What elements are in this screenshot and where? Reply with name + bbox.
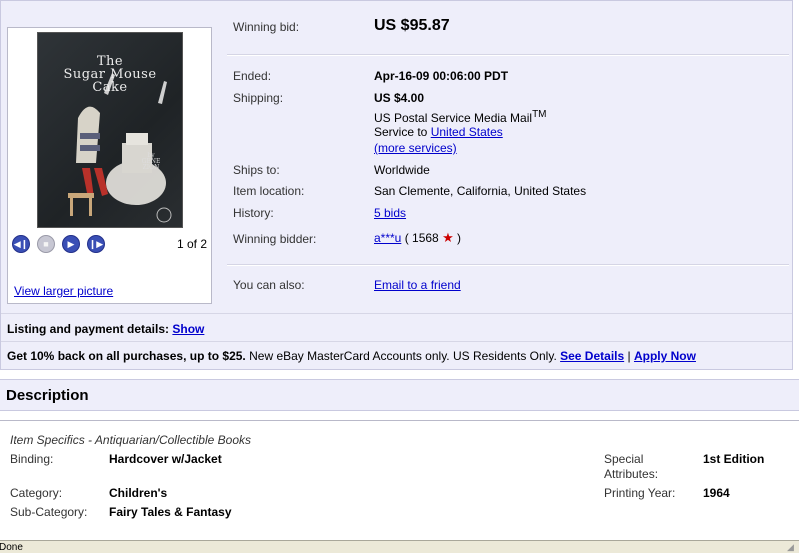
printing-year-value: 1964 — [703, 486, 730, 500]
shipping-label: Shipping: — [233, 91, 284, 105]
description-body: Item Specifics - Antiquarian/Collectible… — [0, 420, 799, 540]
divider — [1, 313, 792, 314]
promo-text: New eBay MasterCard Accounts only. US Re… — [245, 349, 561, 363]
bidder-name-link[interactable]: a***u — [374, 231, 401, 245]
ended-value: Apr-16-09 00:06:00 PDT — [374, 69, 509, 83]
email-to-friend-link[interactable]: Email to a friend — [374, 278, 461, 292]
service-to: Service to United States — [374, 125, 503, 139]
item-summary-panel: The Sugar Mouse Cake by GENE ZION ◀❙ ■ ▶ ❙▶ … — [0, 0, 793, 370]
red-star-icon[interactable]: ★ — [442, 230, 454, 245]
view-larger-picture-link[interactable]: View larger picture — [14, 284, 113, 298]
listing-details-label: Listing and payment details: — [7, 322, 170, 336]
special-attributes-label: Special Attributes: — [604, 452, 658, 482]
printing-year-label: Printing Year: — [604, 486, 676, 500]
service-to-country-link[interactable]: United States — [431, 125, 503, 139]
winning-bidder-label: Winning bidder: — [233, 232, 317, 246]
ships-to-label: Ships to: — [233, 163, 280, 177]
you-can-also-label: You can also: — [233, 278, 305, 292]
item-specifics-title: Item Specifics - Antiquarian/Collectible… — [10, 433, 251, 447]
bidder-score-close: ) — [453, 231, 462, 245]
shipping-cost: US $4.00 — [374, 91, 425, 105]
winning-bidder-info: a***u ( 1568 ★ ) — [374, 230, 461, 246]
picture-box: The Sugar Mouse Cake by GENE ZION ◀❙ ■ ▶ ❙▶ … — [7, 27, 212, 304]
item-location-value: San Clemente, California, United States — [374, 184, 587, 198]
shipping-method-text: US Postal Service Media Mail — [374, 111, 533, 125]
bidder-score-open: ( 1568 — [404, 231, 443, 245]
stop-slideshow-icon[interactable]: ■ — [37, 235, 55, 253]
status-text: Done — [0, 542, 23, 553]
divider — [1, 341, 792, 342]
service-to-prefix: Service to — [374, 125, 431, 139]
play-slideshow-icon[interactable]: ▶ — [62, 235, 80, 253]
ended-label: Ended: — [233, 69, 272, 83]
show-listing-details-link[interactable]: Show — [172, 322, 204, 336]
description-header: Description — [0, 379, 799, 411]
first-image-icon[interactable]: ◀❙ — [12, 235, 30, 253]
book-title: The Sugar Mouse Cake — [63, 54, 157, 95]
item-location-label: Item location: — [233, 184, 305, 198]
book-author: by GENE ZION — [141, 152, 161, 171]
special-label-line2: Attributes: — [604, 467, 659, 481]
winning-bid-label: Winning bid: — [233, 20, 300, 34]
bid-history-link[interactable]: 5 bids — [374, 206, 406, 220]
category-label: Category: — [10, 486, 63, 500]
binding-value: Hardcover w/Jacket — [109, 452, 222, 466]
mastercard-promo: Get 10% back on all purchases, up to $25… — [7, 349, 696, 363]
apply-now-link[interactable]: Apply Now — [634, 349, 696, 363]
browser-status-bar: Done ◢ — [0, 540, 799, 553]
listing-payment-details: Listing and payment details: Show — [7, 322, 204, 336]
winning-bid-value: US $95.87 — [374, 17, 450, 34]
divider — [227, 264, 789, 266]
description-title: Description — [6, 387, 89, 404]
ships-to-value: Worldwide — [374, 163, 430, 177]
subcategory-value: Fairy Tales & Fantasy — [109, 505, 232, 519]
image-counter: 1 of 2 — [176, 237, 207, 251]
divider — [227, 54, 789, 56]
special-attributes-value: 1st Edition — [703, 452, 765, 466]
last-image-icon[interactable]: ❙▶ — [87, 235, 105, 253]
binding-label: Binding: — [10, 452, 54, 466]
history-label: History: — [233, 206, 274, 220]
promo-headline: Get 10% back on all purchases, up to $25… — [7, 349, 246, 363]
promo-divider: | — [624, 349, 634, 363]
see-details-link[interactable]: See Details — [560, 349, 624, 363]
trademark-mark: TM — [532, 109, 547, 120]
more-services-link[interactable]: (more services) — [374, 141, 457, 155]
resize-grip-icon[interactable]: ◢ — [787, 541, 799, 553]
item-photo[interactable]: The Sugar Mouse Cake by GENE ZION — [37, 32, 183, 228]
subcategory-label: Sub-Category: — [10, 505, 88, 519]
category-value: Children's — [109, 486, 168, 500]
special-label-line1: Special — [604, 452, 644, 466]
shipping-method: US Postal Service Media MailTM — [374, 109, 547, 125]
